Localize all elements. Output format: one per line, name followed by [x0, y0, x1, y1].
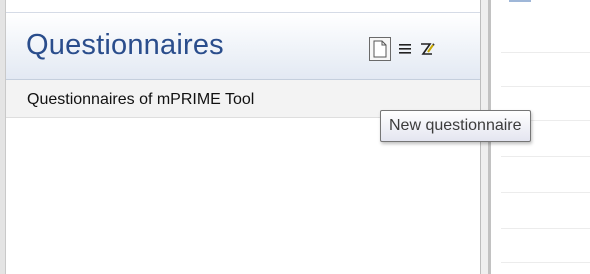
tooltip: New questionnaire	[380, 110, 531, 142]
header-accent	[509, 0, 531, 2]
grid-line	[501, 192, 590, 193]
panel-title: Questionnaires	[26, 29, 224, 61]
grid-line	[501, 262, 590, 263]
grid-line	[501, 52, 590, 53]
grid-line	[501, 156, 590, 157]
new-questionnaire-button[interactable]	[369, 37, 391, 61]
rename-button[interactable]	[416, 37, 438, 61]
list-item-label: Questionnaires of mPRIME Tool	[27, 91, 255, 108]
list-icon	[399, 44, 411, 54]
panel-header: Questionnaires	[6, 12, 480, 80]
new-document-icon	[373, 40, 387, 58]
grid-line	[501, 86, 590, 87]
list-view-button[interactable]	[394, 37, 416, 61]
rename-icon	[421, 43, 435, 55]
grid-line	[501, 228, 590, 229]
